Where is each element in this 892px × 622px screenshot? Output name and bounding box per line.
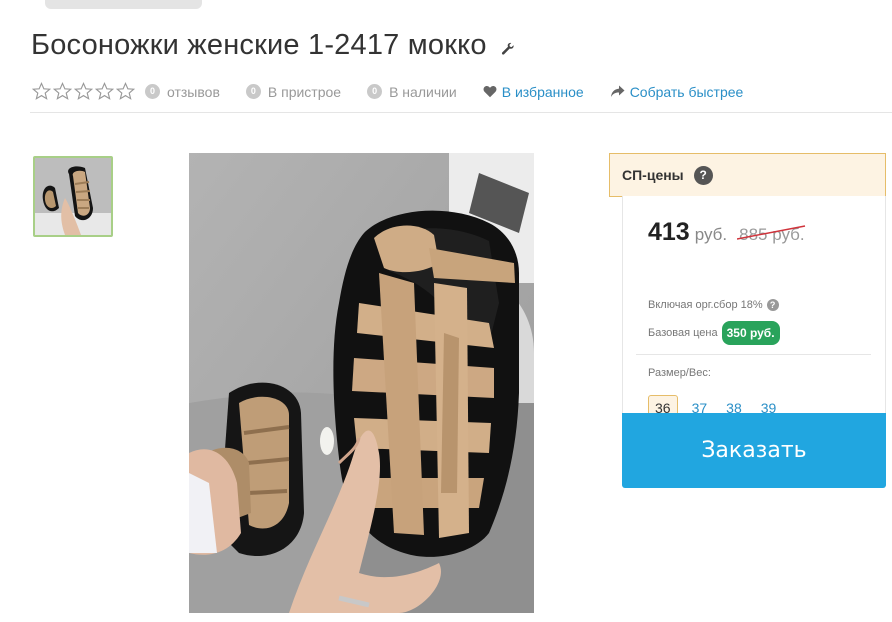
price-currency: руб. xyxy=(694,225,728,244)
attach-count-badge: 0 xyxy=(245,84,261,99)
incl-fee-text: Включая орг.сбор 18% xyxy=(648,299,763,311)
attach-counter: 0 В пристрое xyxy=(245,83,342,100)
fee-help-icon[interactable]: ? xyxy=(766,299,779,311)
reviews-count-badge: 0 xyxy=(145,84,160,99)
incl-fee-line: Включая орг.сбор 18% ? xyxy=(648,299,779,311)
current-price: 413 xyxy=(648,218,690,246)
product-main-image[interactable] xyxy=(189,153,534,613)
attach-label: В пристрое xyxy=(267,83,342,100)
sandal-thumbnail-image xyxy=(35,158,111,235)
stock-count-badge: 0 xyxy=(367,84,383,99)
star-outline-icon[interactable] xyxy=(32,82,51,101)
base-price-label: Базовая цена xyxy=(648,327,718,339)
reviews-label: отзывов xyxy=(167,83,220,100)
header-divider xyxy=(30,112,892,113)
top-tab-pill xyxy=(45,0,202,9)
star-outline-icon[interactable] xyxy=(95,82,114,101)
sp-prices-label: СП-цены xyxy=(622,167,684,183)
size-label: Размер/Вес: xyxy=(648,367,711,379)
price-card-body: 413 руб. 885 руб. Включая орг.сбор 18% ?… xyxy=(622,196,886,421)
old-price: 885 руб. xyxy=(737,225,806,245)
sandal-photo xyxy=(189,153,534,613)
favorite-link[interactable]: В избранное xyxy=(483,84,584,100)
reviews-counter[interactable]: 0 отзывов xyxy=(145,84,220,100)
wrench-icon[interactable] xyxy=(501,42,515,56)
collect-faster-label: Собрать быстрее xyxy=(629,83,744,100)
star-outline-icon[interactable] xyxy=(53,82,72,101)
heart-icon xyxy=(483,85,497,98)
star-outline-icon[interactable] xyxy=(74,82,93,101)
help-icon[interactable]: ? xyxy=(693,165,713,185)
rating-stars[interactable] xyxy=(32,82,135,101)
base-price-line: Базовая цена 350 руб. xyxy=(648,321,780,345)
card-divider xyxy=(636,354,871,355)
title-row: Босоножки женские 1-2417 мокко xyxy=(31,29,515,62)
price-card: СП-цены ? 413 руб. 885 руб. Включая орг.… xyxy=(609,153,886,488)
collect-faster-link[interactable]: Собрать быстрее xyxy=(610,83,744,100)
strikethrough-mark xyxy=(737,225,806,240)
product-meta-row: 0 отзывов 0 В пристрое 0 В наличии В изб… xyxy=(32,82,769,101)
star-outline-icon[interactable] xyxy=(116,82,135,101)
price-line: 413 руб. 885 руб. xyxy=(648,218,806,247)
sp-prices-header: СП-цены ? xyxy=(609,153,886,197)
page-title: Босоножки женские 1-2417 мокко xyxy=(31,29,487,61)
base-price-badge: 350 руб. xyxy=(721,321,780,345)
stock-counter: 0 В наличии xyxy=(367,84,457,100)
stock-label: В наличии xyxy=(389,83,457,100)
order-button[interactable]: Заказать xyxy=(622,413,886,488)
share-arrow-icon xyxy=(610,85,625,97)
favorite-label: В избранное xyxy=(501,83,584,100)
product-thumbnail[interactable] xyxy=(33,156,113,237)
